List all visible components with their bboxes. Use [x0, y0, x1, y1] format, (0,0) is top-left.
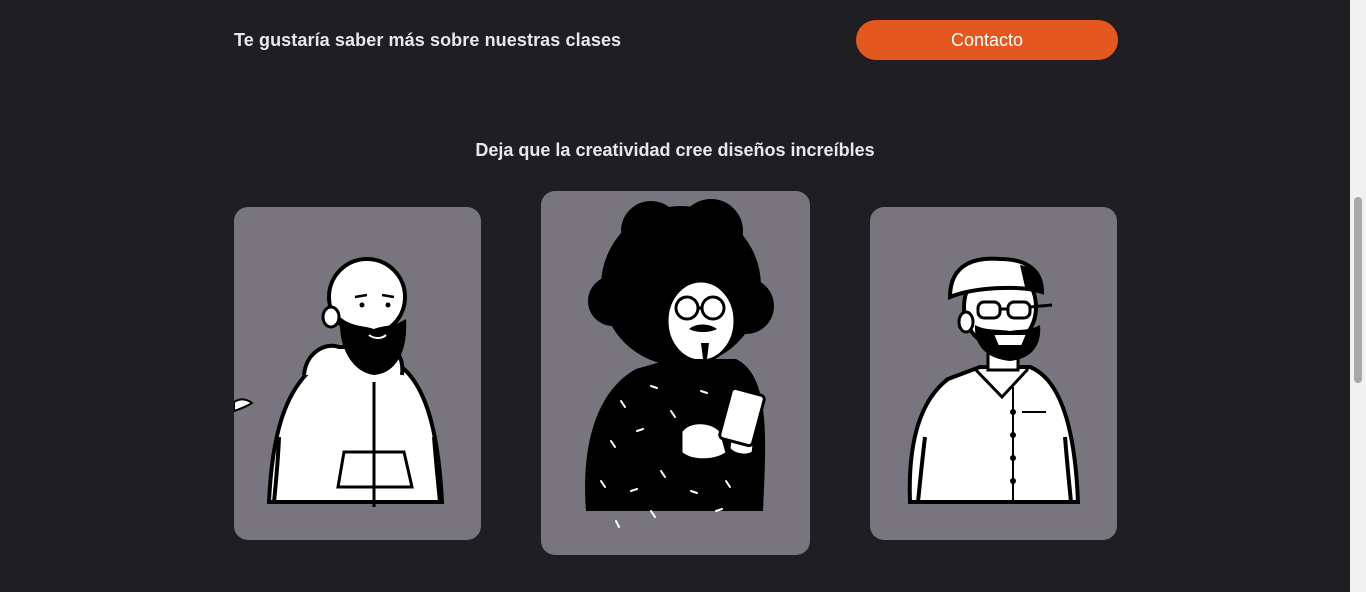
bald-man-illustration	[234, 257, 445, 507]
cta-row: Te gustaría saber más sobre nuestras cla…	[234, 20, 1118, 60]
illustration-card-bald-man	[234, 207, 481, 540]
illustration-card-beanie-man	[870, 207, 1117, 540]
afro-man-illustration	[585, 199, 774, 528]
illustration-card-afro-man	[541, 191, 810, 555]
contact-button[interactable]: Contacto	[856, 20, 1118, 60]
scrollbar-thumb[interactable]	[1354, 197, 1362, 383]
scrollbar[interactable]	[1350, 0, 1366, 592]
section-title: Deja que la creatividad cree diseños inc…	[475, 140, 875, 160]
page: Te gustaría saber más sobre nuestras cla…	[0, 0, 1366, 592]
cta-text: Te gustaría saber más sobre nuestras cla…	[234, 30, 622, 50]
beanie-man-illustration	[907, 256, 1081, 504]
